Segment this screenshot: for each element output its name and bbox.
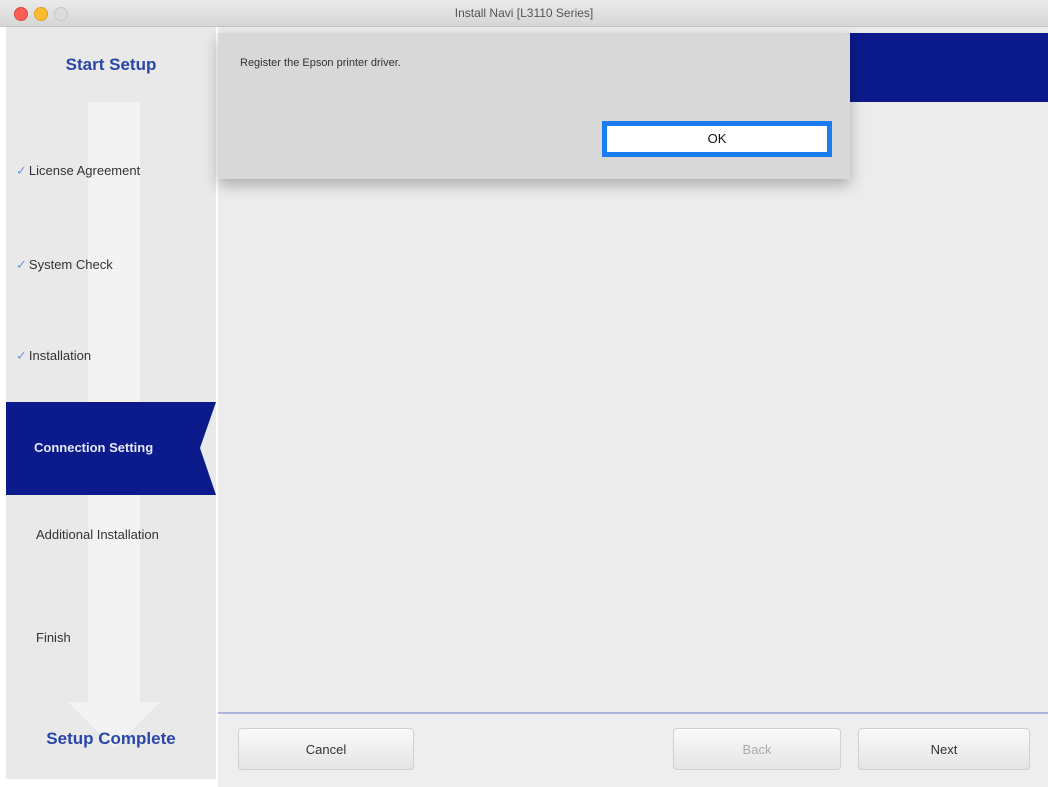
step-installation: ✓ Installation — [16, 348, 91, 364]
ok-button[interactable]: OK — [602, 121, 832, 157]
step-license-agreement: ✓ License Agreement — [16, 163, 140, 179]
step-label: Finish — [36, 630, 71, 645]
step-label: Additional Installation — [36, 527, 159, 542]
checkmark-icon: ✓ — [16, 257, 27, 272]
cancel-button[interactable]: Cancel — [238, 728, 414, 770]
setup-complete-title: Setup Complete — [46, 729, 176, 748]
start-setup-title: Start Setup — [65, 55, 157, 74]
checkmark-icon: ✓ — [16, 348, 27, 363]
back-button[interactable]: Back — [673, 728, 841, 770]
header-banner — [850, 33, 1048, 102]
dialog-message: Register the Epson printer driver. — [240, 57, 401, 69]
active-step-pointer — [200, 402, 216, 495]
setup-steps-sidebar: Start Setup ✓ License Agreement ✓ System C… — [6, 27, 216, 779]
step-label: Installation — [28, 348, 92, 363]
step-finish: Finish — [36, 630, 71, 645]
step-label: System Check — [28, 257, 113, 272]
step-additional-installation: Additional Installation — [36, 527, 159, 542]
next-button[interactable]: Next — [858, 728, 1030, 770]
step-label: Connection Setting — [34, 440, 154, 455]
window-title: Install Navi [L3110 Series] — [454, 6, 594, 20]
title-bar: Install Navi [L3110 Series] — [0, 0, 1048, 27]
checkmark-icon: ✓ — [16, 163, 27, 178]
footer-bar: Cancel Back Next — [218, 714, 1048, 787]
step-connection-setting-active: Connection Setting — [6, 402, 216, 495]
step-label: License Agreement — [28, 163, 141, 178]
step-system-check: ✓ System Check — [16, 257, 113, 273]
register-driver-dialog: Register the Epson printer driver. OK — [218, 33, 850, 179]
